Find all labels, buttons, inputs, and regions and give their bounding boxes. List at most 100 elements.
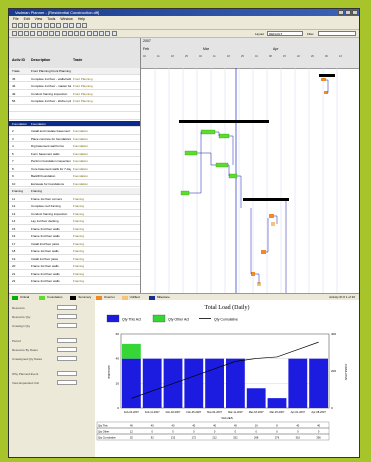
- delete-activity-icon[interactable]: [43, 31, 48, 36]
- activity-bar[interactable]: [184, 150, 198, 156]
- insert-activity-icon[interactable]: [37, 31, 42, 36]
- summary-bar[interactable]: [319, 74, 335, 77]
- table-row[interactable]: 4 Dig basement wall forms Foundation: [9, 143, 140, 150]
- gantt-week-label: 11: [213, 55, 216, 58]
- table-row[interactable]: 15 Frame 2nd floor walls Framing: [9, 226, 140, 233]
- table-row[interactable]: 21 Frame 2nd floor walls Framing: [9, 271, 140, 278]
- bar-chart-icon[interactable]: [74, 31, 79, 36]
- schedule-icon[interactable]: [49, 31, 54, 36]
- activity-bar[interactable]: [180, 190, 190, 196]
- activity-bar[interactable]: [228, 173, 238, 179]
- sort-icon[interactable]: [68, 31, 73, 36]
- find-icon[interactable]: [76, 23, 81, 28]
- resource-field-input[interactable]: [57, 371, 77, 376]
- table-row[interactable]: 7 Perform foundation inspection Foundation: [9, 158, 140, 165]
- indent-left-icon[interactable]: [12, 31, 17, 36]
- col-header-trade[interactable]: Trade: [73, 58, 82, 62]
- table-row[interactable]: Framing Framing: [9, 188, 140, 195]
- open-icon[interactable]: [18, 23, 23, 28]
- table-row[interactable]: [9, 113, 140, 120]
- table-row[interactable]: 20 Frame 1st floor walls Framing: [9, 263, 140, 270]
- paste-icon[interactable]: [56, 23, 61, 28]
- zoom-out-icon[interactable]: [105, 31, 110, 36]
- resource-field-input[interactable]: [57, 356, 77, 361]
- table-row[interactable]: 11 Frame 1st floor corners Framing: [9, 196, 140, 203]
- table-row[interactable]: 22 Frame 2nd floor walls Framing: [9, 278, 140, 285]
- maximize-button[interactable]: [345, 10, 351, 15]
- table-row[interactable]: 45 Complete 1st floor - walls/ceilingsFro…: [9, 76, 140, 83]
- activity-bar[interactable]: [200, 129, 216, 135]
- save-icon[interactable]: [24, 23, 29, 28]
- cut-icon[interactable]: [44, 23, 49, 28]
- gantt-chart: 2007 Feb Mar Apr 04 11 18 25 04 11 18 25 01 08 15 2…: [141, 38, 359, 293]
- col-header-id[interactable]: Activ ID: [12, 58, 25, 62]
- cell-trade: Foundation: [73, 144, 89, 148]
- table-row[interactable]: 10 Excavate for foundations Foundation: [9, 181, 140, 188]
- help-icon[interactable]: [112, 31, 117, 36]
- table-row[interactable]: 12 Complete roof framing Framing: [9, 203, 140, 210]
- redo-icon[interactable]: [69, 23, 74, 28]
- activity-bar[interactable]: [215, 162, 229, 168]
- table-row[interactable]: 16 Frame 2nd floor walls Framing: [9, 233, 140, 240]
- activity-bar[interactable]: [269, 214, 274, 218]
- print-icon[interactable]: [31, 23, 36, 28]
- summary-bar[interactable]: [243, 198, 289, 201]
- table-row[interactable]: 2 Install and insulate basement wallsFoun…: [9, 128, 140, 135]
- close-button[interactable]: [352, 10, 358, 15]
- gantt-week-label: 25: [241, 55, 244, 58]
- table-row[interactable]: 8 Cure basement walls for 7 days Foundatio…: [9, 166, 140, 173]
- summary-bar[interactable]: [179, 120, 269, 123]
- indent-right-icon[interactable]: [18, 31, 23, 36]
- undo-icon[interactable]: [63, 23, 68, 28]
- gantt-week-label: 15: [283, 55, 286, 58]
- table-row[interactable]: 18 Frame 1st floor walls Framing: [9, 248, 140, 255]
- table-row[interactable]: [9, 106, 140, 113]
- table-row[interactable]: 14 Lay 1st floor decking Framing: [9, 218, 140, 225]
- table-row[interactable]: Foundation Foundation: [9, 120, 140, 128]
- table-row[interactable]: 49 Conduct framing inspection Front Planni…: [9, 91, 140, 98]
- activity-bar[interactable]: [261, 250, 266, 254]
- table-row[interactable]: 13 Conduct framing inspection Framing: [9, 211, 140, 218]
- level-icon[interactable]: [55, 31, 60, 36]
- calendar-icon[interactable]: [87, 31, 92, 36]
- copy-icon[interactable]: [50, 23, 55, 28]
- filter-icon[interactable]: [62, 31, 67, 36]
- table-row[interactable]: 3 Place concrete for foundations & baseFo…: [9, 136, 140, 143]
- filter-select[interactable]: [318, 31, 356, 36]
- activity-bar[interactable]: [271, 222, 275, 226]
- chart-legend-label: Qty This Act: [122, 318, 141, 322]
- table-row[interactable]: 46 Complete 1st floor - master bath andFr…: [9, 83, 140, 90]
- activity-bar[interactable]: [251, 272, 255, 276]
- col-header-description[interactable]: Description: [31, 58, 50, 62]
- new-icon[interactable]: [12, 23, 17, 28]
- print-preview-icon[interactable]: [37, 23, 42, 28]
- resource-icon[interactable]: [80, 31, 85, 36]
- activity-bar[interactable]: [321, 78, 326, 81]
- table-row[interactable]: 17 Install 2nd floor joists Framing: [9, 241, 140, 248]
- table-row[interactable]: 19 Install 1st floor joists Framing: [9, 256, 140, 263]
- cell-description: Install 1st floor joists: [31, 256, 59, 261]
- table-row[interactable]: 5 Form basement walls Foundation: [9, 151, 140, 158]
- resource-field-input[interactable]: [57, 380, 77, 385]
- minimize-button[interactable]: [338, 10, 344, 15]
- zoom-icon[interactable]: [82, 23, 87, 28]
- table-row[interactable]: Trade Front Planning Front Planning: [9, 68, 140, 75]
- resource-field-input[interactable]: [57, 338, 77, 343]
- resource-field-input[interactable]: [57, 323, 77, 328]
- resource-field-input[interactable]: [57, 305, 77, 310]
- activity-bar[interactable]: [324, 91, 328, 94]
- table-row[interactable]: 9 Backfill foundation Foundation: [9, 173, 140, 180]
- unlink-icon[interactable]: [30, 31, 35, 36]
- legend-swatch: [149, 295, 155, 300]
- bar-this-act: [288, 358, 308, 408]
- layout-select[interactable]: DEFAULT: [267, 31, 303, 36]
- y-tick-label: 20: [116, 381, 120, 385]
- resource-field-input[interactable]: [57, 347, 77, 352]
- activity-bar[interactable]: [218, 133, 230, 139]
- table-row[interactable]: 56 Complete 1st floor - kitchen plumbingF…: [9, 98, 140, 105]
- report-icon[interactable]: [93, 31, 98, 36]
- y2-tick-label: 0: [331, 406, 333, 410]
- zoom-in-icon[interactable]: [99, 31, 104, 36]
- link-icon[interactable]: [24, 31, 29, 36]
- resource-field-input[interactable]: [57, 314, 77, 319]
